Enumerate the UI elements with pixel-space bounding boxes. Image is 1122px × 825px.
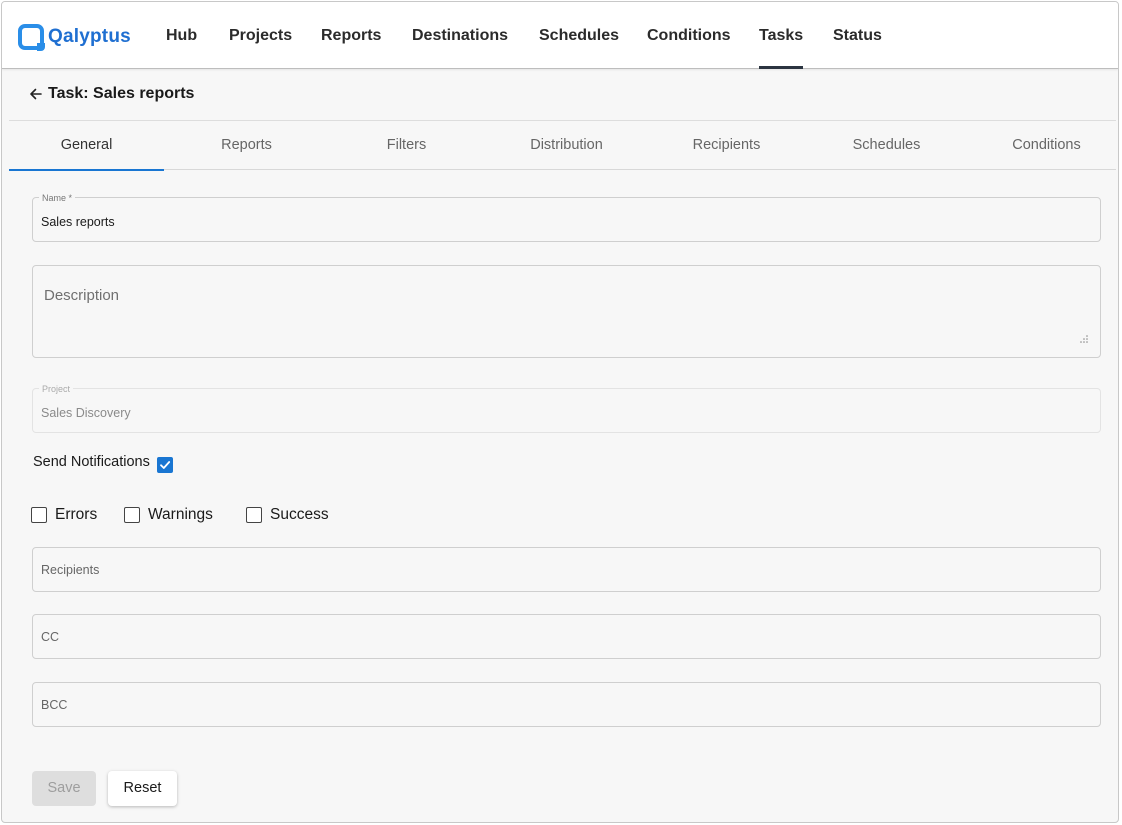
tab-distribution[interactable]: Distribution xyxy=(489,122,644,170)
arrow-left-icon[interactable] xyxy=(29,87,43,101)
logo-text: Qalyptus xyxy=(48,26,131,47)
checkmark-icon xyxy=(160,461,171,469)
reset-button[interactable]: Reset xyxy=(108,771,177,806)
cc-placeholder: CC xyxy=(41,630,60,644)
app-window: Qalyptus Hub Projects Reports Destinatio… xyxy=(1,1,1119,823)
cc-field[interactable]: CC xyxy=(32,614,1101,659)
tab-filters[interactable]: Filters xyxy=(329,122,484,170)
nav-item-hub[interactable]: Hub xyxy=(166,2,197,69)
project-field: Project Sales Discovery xyxy=(32,384,1101,433)
top-navigation-bar: Qalyptus Hub Projects Reports Destinatio… xyxy=(2,2,1118,69)
recipients-placeholder: Recipients xyxy=(41,563,100,577)
warnings-checkbox[interactable] xyxy=(124,507,140,523)
project-field-value: Sales Discovery xyxy=(41,406,131,420)
save-button[interactable]: Save xyxy=(32,771,96,806)
tab-reports[interactable]: Reports xyxy=(169,122,324,170)
errors-label: Errors xyxy=(55,506,98,523)
name-field-value: Sales reports xyxy=(41,215,115,229)
nav-item-tasks[interactable]: Tasks xyxy=(759,2,804,69)
resize-grip-icon[interactable] xyxy=(1079,334,1088,343)
nav-item-conditions[interactable]: Conditions xyxy=(647,2,731,69)
nav-item-schedules[interactable]: Schedules xyxy=(539,2,619,69)
warnings-label: Warnings xyxy=(148,506,213,523)
logo[interactable]: Qalyptus xyxy=(18,23,131,51)
tab-recipients[interactable]: Recipients xyxy=(649,122,804,170)
nav-item-reports[interactable]: Reports xyxy=(321,2,381,69)
tab-schedules[interactable]: Schedules xyxy=(809,122,964,170)
send-notifications-checkbox[interactable] xyxy=(157,457,173,473)
bcc-placeholder: BCC xyxy=(41,698,68,712)
description-placeholder: Description xyxy=(44,287,120,304)
success-label: Success xyxy=(270,506,329,523)
name-field-label: Name * xyxy=(39,193,76,203)
name-field[interactable]: Name * Sales reports xyxy=(32,193,1101,242)
tab-general[interactable]: General xyxy=(9,122,164,171)
page-title: Task: Sales reports xyxy=(48,85,195,102)
recipients-field[interactable]: Recipients xyxy=(32,547,1101,592)
nav-item-projects[interactable]: Projects xyxy=(229,2,292,69)
logo-icon xyxy=(18,24,45,51)
success-checkbox[interactable] xyxy=(246,507,262,523)
task-tabs: General Reports Filters Distribution Rec… xyxy=(9,122,1118,171)
nav-item-destinations[interactable]: Destinations xyxy=(412,2,508,69)
project-field-label: Project xyxy=(39,384,74,394)
bcc-field[interactable]: BCC xyxy=(32,682,1101,727)
send-notifications-label: Send Notifications xyxy=(33,454,150,470)
nav-item-status[interactable]: Status xyxy=(833,2,882,69)
errors-checkbox[interactable] xyxy=(31,507,47,523)
description-textarea[interactable]: Description xyxy=(32,265,1101,358)
page-header: Task: Sales reports xyxy=(9,70,1116,121)
tab-conditions[interactable]: Conditions xyxy=(969,122,1118,170)
